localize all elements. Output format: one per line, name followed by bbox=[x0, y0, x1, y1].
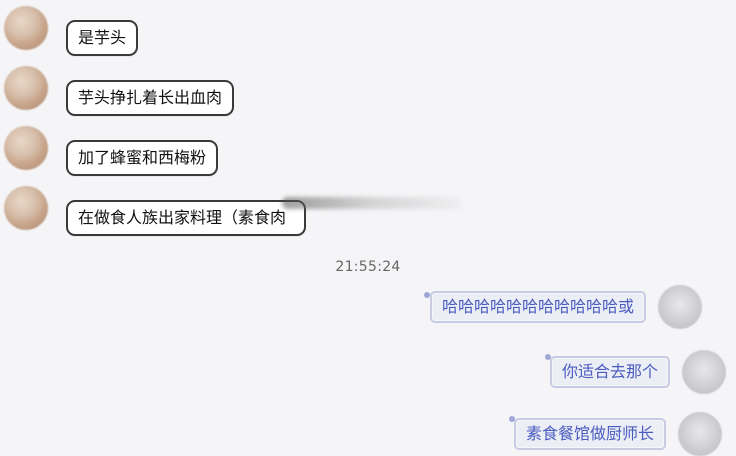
message-outgoing: 素食餐馆做厨师长 bbox=[514, 412, 723, 456]
message-text: 加了蜂蜜和西梅粉 bbox=[78, 148, 207, 167]
decorative-dot-icon bbox=[424, 292, 430, 298]
message-bubble[interactable]: 加了蜂蜜和西梅粉 bbox=[66, 140, 219, 176]
message-bubble[interactable]: 哈哈哈哈哈哈哈哈哈哈哈或 bbox=[430, 291, 647, 323]
message-text: 在做食人族出家料理（素食肉 bbox=[78, 208, 287, 227]
avatar[interactable] bbox=[4, 6, 48, 50]
message-text: 芋头挣扎着长出血肉 bbox=[78, 88, 223, 107]
message-outgoing: 你适合去那个 bbox=[550, 350, 727, 394]
message-text: 你适合去那个 bbox=[562, 362, 659, 381]
message-incoming: 在做食人族出家料理（素食肉 bbox=[4, 186, 462, 236]
avatar[interactable] bbox=[678, 412, 723, 456]
decorative-dot-icon bbox=[509, 416, 515, 422]
avatar[interactable] bbox=[4, 66, 48, 110]
message-incoming: 加了蜂蜜和西梅粉 bbox=[4, 126, 219, 176]
message-bubble[interactable]: 是芋头 bbox=[66, 20, 139, 56]
blurred-redaction bbox=[282, 197, 462, 209]
message-text: 素食餐馆做厨师长 bbox=[526, 424, 655, 443]
message-outgoing: 哈哈哈哈哈哈哈哈哈哈哈或 bbox=[430, 285, 703, 329]
message-text: 哈哈哈哈哈哈哈哈哈哈哈或 bbox=[442, 297, 635, 316]
avatar[interactable] bbox=[4, 126, 48, 170]
message-bubble[interactable]: 你适合去那个 bbox=[550, 356, 671, 388]
message-bubble[interactable]: 素食餐馆做厨师长 bbox=[514, 418, 667, 450]
avatar[interactable] bbox=[658, 285, 703, 329]
avatar[interactable] bbox=[4, 186, 48, 230]
chat-window: 是芋头 芋头挣扎着长出血肉 加了蜂蜜和西梅粉 在做食人族出家料理（素食肉 21:… bbox=[0, 0, 736, 456]
timestamp: 21:55:24 bbox=[335, 259, 401, 275]
message-text: 是芋头 bbox=[78, 28, 127, 47]
message-bubble[interactable]: 在做食人族出家料理（素食肉 bbox=[66, 200, 307, 236]
avatar[interactable] bbox=[682, 350, 727, 394]
message-incoming: 芋头挣扎着长出血肉 bbox=[4, 66, 235, 116]
message-bubble[interactable]: 芋头挣扎着长出血肉 bbox=[66, 80, 235, 116]
message-incoming: 是芋头 bbox=[4, 6, 139, 56]
decorative-dot-icon bbox=[545, 354, 551, 360]
